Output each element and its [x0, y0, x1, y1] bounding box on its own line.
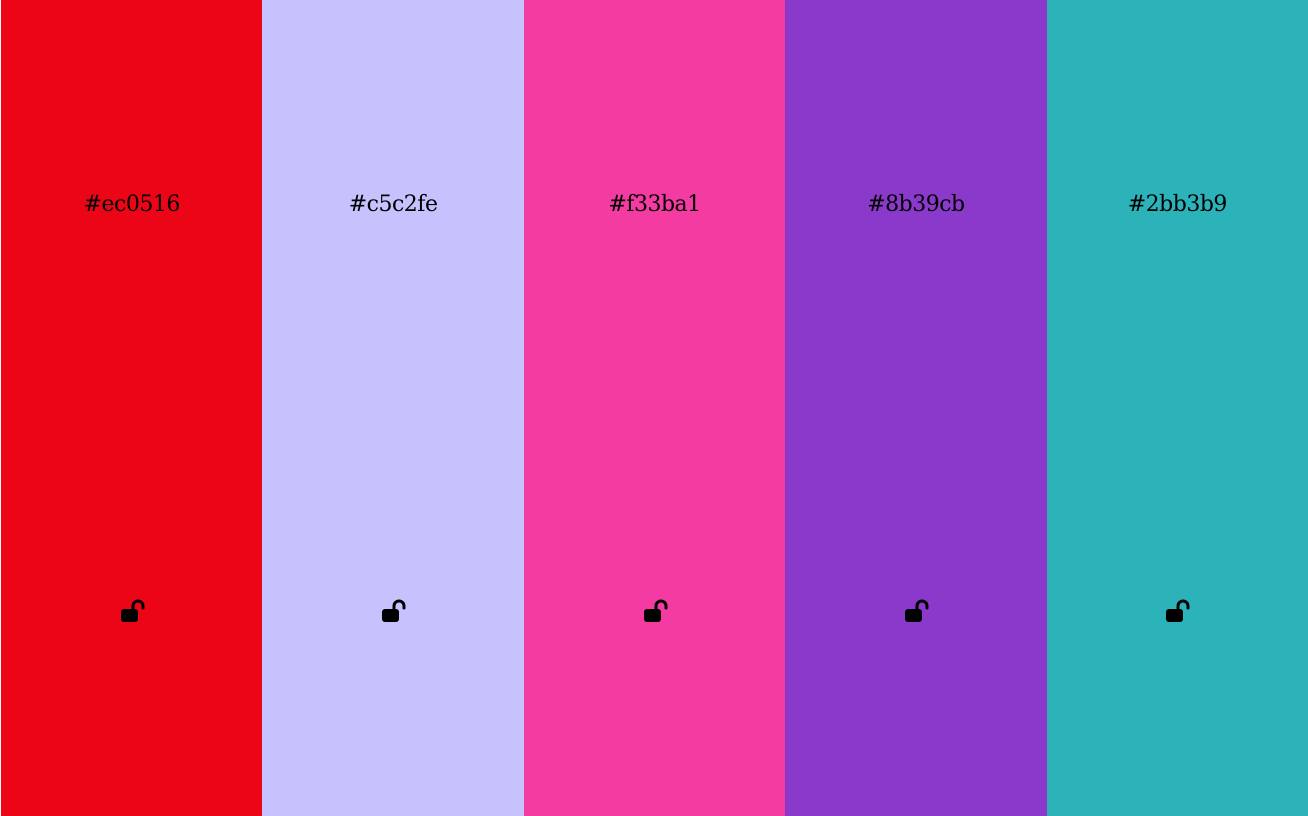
color-swatch-3[interactable]: #f33ba1: [523, 0, 786, 816]
unlock-icon[interactable]: [640, 598, 670, 626]
color-swatch-4[interactable]: #8b39cb: [785, 0, 1047, 816]
hex-code-label[interactable]: #ec0516: [1, 190, 262, 220]
hex-code-label[interactable]: #f33ba1: [524, 190, 785, 220]
color-swatch-5[interactable]: #2bb3b9: [1046, 0, 1308, 816]
hex-code-label[interactable]: #2bb3b9: [1047, 190, 1308, 220]
color-swatch-1[interactable]: #ec0516: [1, 0, 263, 816]
unlock-icon[interactable]: [1162, 598, 1192, 626]
unlock-icon[interactable]: [117, 598, 147, 626]
unlock-icon[interactable]: [378, 598, 408, 626]
hex-code-label[interactable]: #8b39cb: [785, 190, 1046, 220]
hex-code-label[interactable]: #c5c2fe: [262, 190, 523, 220]
color-swatch-2[interactable]: #c5c2fe: [262, 0, 524, 816]
color-palette: #ec0516 #c5c2fe #f33ba1 #8b39cb #2bb3b9: [0, 0, 1308, 816]
unlock-icon[interactable]: [901, 598, 931, 626]
